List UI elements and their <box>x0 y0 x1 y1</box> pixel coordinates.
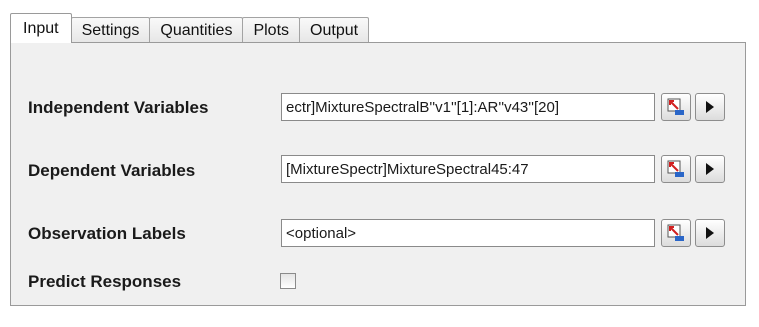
tab-quantities[interactable]: Quantities <box>149 17 244 43</box>
tab-plots[interactable]: Plots <box>242 17 301 43</box>
observation-labels-field[interactable]: <optional> <box>281 219 655 247</box>
data-select-icon <box>667 98 684 115</box>
data-select-icon <box>667 224 684 241</box>
dependent-variables-label: Dependent Variables <box>28 161 196 180</box>
play-arrow-icon <box>706 163 714 175</box>
observation-labels-arrow-button[interactable] <box>695 219 725 247</box>
dependent-variables-select-button[interactable] <box>661 155 691 183</box>
play-arrow-icon <box>706 227 714 239</box>
data-select-icon <box>667 160 684 177</box>
play-arrow-icon <box>706 101 714 113</box>
independent-variables-label: Independent Variables <box>28 98 209 117</box>
dependent-variables-field[interactable]: [MixtureSpectr]MixtureSpectral45:47 <box>281 155 655 183</box>
dependent-variables-arrow-button[interactable] <box>695 155 725 183</box>
tab-output[interactable]: Output <box>299 17 370 43</box>
independent-variables-select-button[interactable] <box>661 93 691 121</box>
predict-responses-checkbox[interactable] <box>280 273 296 289</box>
predict-responses-label: Predict Responses <box>28 272 182 291</box>
tab-input[interactable]: Input <box>10 13 72 43</box>
observation-labels-select-button[interactable] <box>661 219 691 247</box>
tab-bar: Input Settings Quantities Plots Output <box>10 13 370 43</box>
independent-variables-field[interactable]: ectr]MixtureSpectralB''v1''[1]:AR''v43''… <box>281 93 655 121</box>
observation-labels-label: Observation Labels <box>28 224 186 243</box>
independent-variables-arrow-button[interactable] <box>695 93 725 121</box>
tab-settings[interactable]: Settings <box>70 17 151 43</box>
